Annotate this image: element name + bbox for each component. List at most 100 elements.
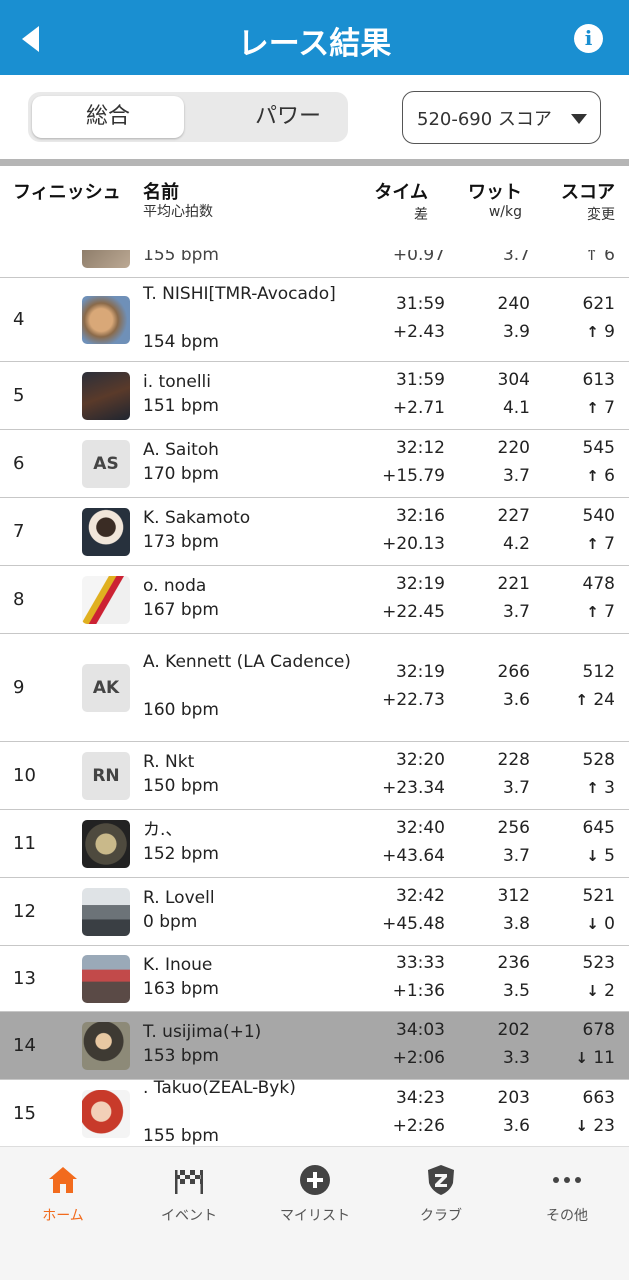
rider-name[interactable]: R. Lovell (143, 886, 363, 910)
watts-per-kg: 3.7 (502, 778, 530, 798)
score-change: ↑ 6 (586, 466, 615, 486)
results-list[interactable]: 4 T. NISHI[TMR-Avocado] 154 bpm 31:59 +2… (0, 250, 629, 1146)
finish-position: 12 (13, 901, 36, 922)
rider-name[interactable]: T. usijima(+1) (143, 1020, 363, 1044)
column-watt[interactable]: ワット (468, 178, 522, 204)
rider-name[interactable]: i. tonelli (143, 370, 363, 394)
table-row[interactable]: 11 カ.、 152 bpm 32:40 +43.64 256 3.7 645 … (0, 810, 629, 878)
score: 521 (582, 886, 615, 906)
tab-club[interactable]: クラブ (378, 1147, 504, 1247)
table-row[interactable]: 14 T. usijima(+1) 153 bpm 34:03 +2:06 20… (0, 1012, 629, 1080)
score-change: ↓ 23 (575, 1116, 615, 1136)
rider-name[interactable]: A. Kennett (LA Cadence) (143, 650, 363, 674)
page-title: レース結果 (237, 26, 392, 62)
avatar[interactable] (82, 1090, 130, 1138)
avatar[interactable] (82, 372, 130, 420)
rider-name[interactable]: K. Sakamoto (143, 506, 363, 530)
time-gap: +43.64 (382, 846, 445, 866)
column-finish[interactable]: フィニッシュ (13, 178, 121, 204)
table-row[interactable]: 8 o. noda 167 bpm 32:19 +22.45 221 3.7 4… (0, 566, 629, 634)
watts-per-kg: 3.9 (502, 322, 530, 342)
heart-rate: 163 bpm (143, 979, 219, 999)
club-shield-icon (428, 1165, 454, 1195)
score-change: ↑ 7 (586, 398, 615, 418)
avatar[interactable] (82, 1022, 130, 1070)
heart-rate: 153 bpm (143, 1046, 219, 1066)
finish-position: 4 (13, 309, 25, 330)
column-name[interactable]: 名前 (143, 178, 179, 204)
score-change-value: 7 (604, 398, 615, 418)
table-row[interactable]: 5 i. tonelli 151 bpm 31:59 +2.71 304 4.1… (0, 362, 629, 430)
segment-power[interactable]: パワー (212, 96, 364, 138)
watts: 202 (497, 1020, 530, 1040)
info-icon[interactable]: i (574, 24, 603, 53)
avatar[interactable] (82, 888, 130, 936)
arrow-up-icon: ↑ (586, 399, 599, 417)
arrow-up-icon: ↑ (586, 603, 599, 621)
avatar[interactable]: RN (82, 752, 130, 800)
rider-name[interactable]: カ.、 (143, 818, 363, 842)
tab-mylist[interactable]: マイリスト (252, 1147, 378, 1247)
score-change-value: 6 (604, 466, 615, 486)
tab-label: その他 (546, 1208, 588, 1224)
table-row[interactable]: 10 RN R. Nkt 150 bpm 32:20 +23.34 228 3.… (0, 742, 629, 810)
rider-name[interactable]: T. NISHI[TMR-Avocado] (143, 282, 363, 306)
time-gap: +22.45 (382, 602, 445, 622)
table-header: フィニッシュ 名前 平均心拍数 タイム 差 ワット w/kg スコア 変更 (0, 166, 629, 250)
more-dots-icon (553, 1177, 581, 1183)
avatar[interactable] (82, 296, 130, 344)
heart-rate: 167 bpm (143, 600, 219, 620)
tab-home[interactable]: ホーム (0, 1147, 126, 1247)
table-row[interactable]: 9 AK A. Kennett (LA Cadence) 160 bpm 32:… (0, 634, 629, 742)
watts: 203 (497, 1088, 530, 1108)
avatar[interactable] (82, 508, 130, 556)
finish-time: 32:20 (396, 750, 445, 770)
watts: 220 (497, 438, 530, 458)
arrow-up-icon: ↑ (575, 691, 588, 709)
segment-overall[interactable]: 総合 (32, 96, 184, 138)
table-row[interactable]: 13 K. Inoue 163 bpm 33:33 +1:36 236 3.5 … (0, 946, 629, 1012)
rider-name[interactable]: o. noda (143, 574, 363, 598)
arrow-down-icon: ↓ (575, 1117, 588, 1135)
finish-time: 32:19 (396, 662, 445, 682)
table-row[interactable]: 7 K. Sakamoto 173 bpm 32:16 +20.13 227 4… (0, 498, 629, 566)
rider-name[interactable]: . Takuo(ZEAL-Byk) (143, 1076, 363, 1100)
watts: 221 (497, 574, 530, 594)
watts-per-kg: 3.3 (502, 1048, 530, 1068)
table-row[interactable]: 6 AS A. Saitoh 170 bpm 32:12 +15.79 220 … (0, 430, 629, 498)
section-divider (0, 159, 629, 166)
avatar[interactable] (82, 820, 130, 868)
score-change: ↓ 11 (575, 1048, 615, 1068)
heart-rate: 173 bpm (143, 532, 219, 552)
time-gap: +23.34 (382, 778, 445, 798)
table-row[interactable]: 4 T. NISHI[TMR-Avocado] 154 bpm 31:59 +2… (0, 278, 629, 362)
avatar[interactable] (82, 955, 130, 1003)
watts: 312 (497, 886, 530, 906)
rider-name[interactable]: R. Nkt (143, 750, 363, 774)
score: 613 (582, 370, 615, 390)
time-gap: +2:06 (392, 1048, 445, 1068)
top-bar: レース結果 i (0, 0, 629, 75)
column-time[interactable]: タイム (374, 178, 428, 204)
rider-name[interactable]: A. Saitoh (143, 438, 363, 462)
tab-events[interactable]: イベント (126, 1147, 252, 1247)
rider-name[interactable]: K. Inoue (143, 953, 363, 977)
column-score[interactable]: スコア (561, 178, 615, 204)
finish-position: 7 (13, 521, 25, 542)
time-gap: +2.71 (392, 398, 445, 418)
score-change: ↑ 7 (586, 602, 615, 622)
avatar[interactable]: AS (82, 440, 130, 488)
avatar[interactable]: AK (82, 664, 130, 712)
tab-more[interactable]: その他 (504, 1147, 629, 1247)
table-row[interactable]: 15 . Takuo(ZEAL-Byk) 155 bpm 34:23 +2:26… (0, 1078, 629, 1146)
finish-position: 13 (13, 968, 36, 989)
finish-time: 31:59 (396, 294, 445, 314)
checkered-flag-icon (175, 1170, 203, 1194)
score-filter-dropdown[interactable]: 520-690 スコア (402, 91, 601, 144)
watts-per-kg: 3.7 (502, 602, 530, 622)
heart-rate: 150 bpm (143, 776, 219, 796)
heart-rate: 0 bpm (143, 912, 198, 932)
avatar[interactable] (82, 576, 130, 624)
time-gap: +45.48 (382, 914, 445, 934)
table-row[interactable]: 12 R. Lovell 0 bpm 32:42 +45.48 312 3.8 … (0, 878, 629, 946)
